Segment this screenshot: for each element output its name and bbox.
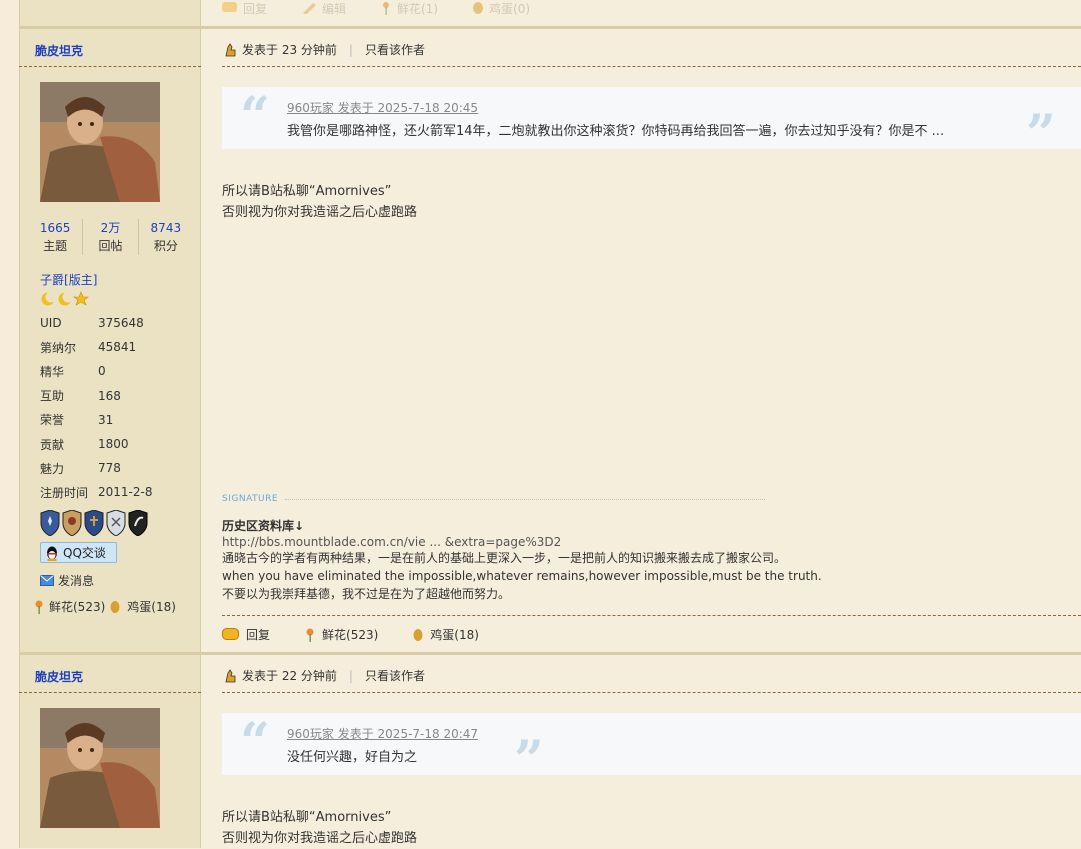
egg-icon — [413, 628, 423, 641]
signature-heading: 历史区资料库↓ — [222, 519, 305, 533]
reply-bubble-icon — [222, 627, 239, 640]
profile-row-contribution: 贡献 1800 — [40, 437, 129, 452]
author-eggs-count[interactable]: 鸡蛋(18) — [127, 598, 176, 615]
post-footer-divider — [222, 615, 1081, 616]
post-separator — [19, 652, 1081, 655]
profile-row-honor: 荣誉 31 — [40, 412, 114, 428]
flower-icon — [35, 600, 43, 614]
signature-label: SIGNATURE — [222, 494, 279, 504]
medal-shield-gold-icon[interactable] — [62, 510, 82, 536]
egg-icon — [110, 600, 120, 613]
prev-edit-button[interactable]: 编辑 — [301, 0, 346, 17]
medal-shield-blue-icon[interactable] — [40, 510, 60, 536]
author-profile: UID 375648 第纳尔 45841 精华 0 互助 168 荣誉 31 贡献 1800… — [40, 311, 190, 505]
author-divider — [19, 692, 201, 693]
profile-row-essence: 精华 0 — [40, 364, 106, 379]
post-header: 发表于 23 分钟前 | 只看该作者 — [222, 41, 425, 58]
flower-icon — [383, 2, 390, 15]
divider-pipe: | — [348, 668, 353, 683]
online-status-icon — [225, 668, 236, 682]
post-body-line: 否则视为你对我造谣之后心虚跑路 — [222, 831, 418, 846]
post-time: 发表于 23 分钟前 — [242, 43, 337, 57]
avatar[interactable] — [40, 708, 160, 828]
prev-reply-button[interactable]: 回复 — [222, 0, 267, 17]
only-this-author-link[interactable]: 只看该作者 — [365, 41, 425, 58]
profile-row-register-date: 注册时间 2011-2-8 — [40, 485, 153, 500]
signature-line: 通晓古今的学者有两种结果，一是在前人的基础上更深入一步，一是把前人的知识搬来搬去… — [222, 551, 787, 565]
stat-points[interactable]: 8743 积分 — [139, 219, 193, 255]
quote-text: 我管你是哪路神怪，还火箭军14年，二炮就教出你这种滚货？你特码再给我回答一遍，你… — [287, 124, 945, 139]
signature-block: 历史区资料库↓ http://bbs.mountblade.com.cn/vie… — [222, 517, 822, 603]
author-name-link[interactable]: 脆皮坦克 — [35, 42, 83, 59]
post-header: 发表于 22 分钟前 | 只看该作者 — [222, 667, 425, 684]
profile-row-help: 互助 168 — [40, 388, 121, 404]
author-name-link[interactable]: 脆皮坦克 — [35, 668, 83, 685]
stat-topics[interactable]: 1665 主题 — [28, 219, 84, 255]
post-header-divider — [222, 66, 1081, 67]
prev-egg-button[interactable]: 鸡蛋(0) — [472, 0, 530, 17]
medal-shield-silver-icon[interactable] — [106, 510, 126, 536]
post-actions: 回复 鲜花(523) 鸡蛋(18) — [222, 626, 513, 643]
flower-icon — [306, 628, 314, 642]
flower-button[interactable]: 鲜花(523) — [304, 626, 378, 643]
qq-penguin-icon — [47, 546, 57, 561]
qq-chat-button[interactable]: QQ交谈 — [40, 542, 117, 563]
quote-text: 没任何兴趣，好自为之 — [287, 750, 418, 765]
post-body-line: 否则视为你对我造谣之后心虚跑路 — [222, 205, 418, 220]
egg-icon — [473, 2, 484, 14]
post-body: 所以请B站私聊“Amornives” 否则视为你对我造谣之后心虚跑路 — [222, 181, 417, 223]
stat-replies[interactable]: 2万 回帖 — [83, 219, 139, 255]
envelope-icon — [40, 575, 54, 586]
signature-link[interactable]: http://bbs.mountblade.com.cn/vie ... &ex… — [222, 535, 822, 549]
quote-block: “ 960玩家 发表于 2025-7-18 20:47 没任何兴趣，好自为之 ” — [222, 712, 1081, 787]
profile-row-dinar: 第纳尔 45841 — [40, 340, 137, 355]
forum-thread-page: 回复 编辑 鲜花(1) 鸡蛋(0) 脆皮坦克 1665 主题 2万 回帖 874… — [0, 0, 1081, 848]
prev-flower-button[interactable]: 鲜花(1) — [380, 0, 438, 17]
post-body-line: 所以请B站私聊“Amornives” — [222, 184, 392, 199]
post-body-line: 所以请B站私聊“Amornives” — [222, 810, 392, 825]
egg-button[interactable]: 鸡蛋(18) — [412, 626, 479, 643]
medal-list — [40, 510, 148, 536]
reply-button[interactable]: 回复 — [222, 626, 270, 643]
reply-icon — [222, 2, 237, 12]
author-stats: 1665 主题 2万 回帖 8743 积分 — [28, 219, 193, 255]
rank-stars — [40, 291, 90, 311]
avatar-image — [40, 708, 160, 828]
signature-line: 不要以为我崇拜基德，我不过是在为了超越他而努力。 — [222, 587, 511, 601]
only-this-author-link[interactable]: 只看该作者 — [365, 667, 425, 684]
open-quote-icon: “ — [240, 712, 270, 773]
author-flower-egg-summary: 鲜花(523) 鸡蛋(18) — [33, 598, 176, 615]
user-rank[interactable]: 子爵[版主] — [40, 271, 97, 288]
avatar[interactable] — [40, 82, 160, 202]
moon-star-icons — [41, 291, 89, 306]
profile-row-uid: UID 375648 — [40, 316, 144, 331]
previous-post-actions: 回复 编辑 鲜花(1) 鸡蛋(0) — [222, 0, 564, 16]
post-time: 发表于 22 分钟前 — [242, 669, 337, 683]
medal-shield-navy-icon[interactable] — [84, 510, 104, 536]
post-separator — [19, 26, 1081, 29]
close-quote-icon: ” — [514, 730, 544, 791]
avatar-image — [40, 82, 160, 202]
signature-line: when you have eliminated the impossible,… — [222, 569, 822, 583]
medal-shield-black-icon[interactable] — [128, 510, 148, 536]
divider-pipe: | — [348, 42, 353, 57]
post-body: 所以请B站私聊“Amornives” 否则视为你对我造谣之后心虚跑路 — [222, 807, 417, 849]
post-header-divider — [222, 692, 1081, 693]
quote-block: “ 960玩家 发表于 2025-7-18 20:45 我管你是哪路神怪，还火箭… — [222, 86, 1081, 161]
profile-row-charm: 魅力 778 — [40, 461, 121, 476]
quote-source-link[interactable]: 960玩家 发表于 2025-7-18 20:45 — [287, 99, 478, 116]
send-message-link[interactable]: 发消息 — [40, 572, 94, 589]
online-status-icon — [225, 42, 236, 56]
open-quote-icon: “ — [240, 86, 270, 147]
page-left-margin — [0, 0, 19, 848]
edit-pencil-icon — [303, 3, 317, 14]
close-quote-icon: ” — [1026, 104, 1056, 165]
author-flowers-count[interactable]: 鲜花(523) — [49, 598, 105, 615]
author-divider — [19, 66, 201, 67]
signature-divider — [285, 499, 765, 500]
quote-source-link[interactable]: 960玩家 发表于 2025-7-18 20:47 — [287, 725, 478, 742]
